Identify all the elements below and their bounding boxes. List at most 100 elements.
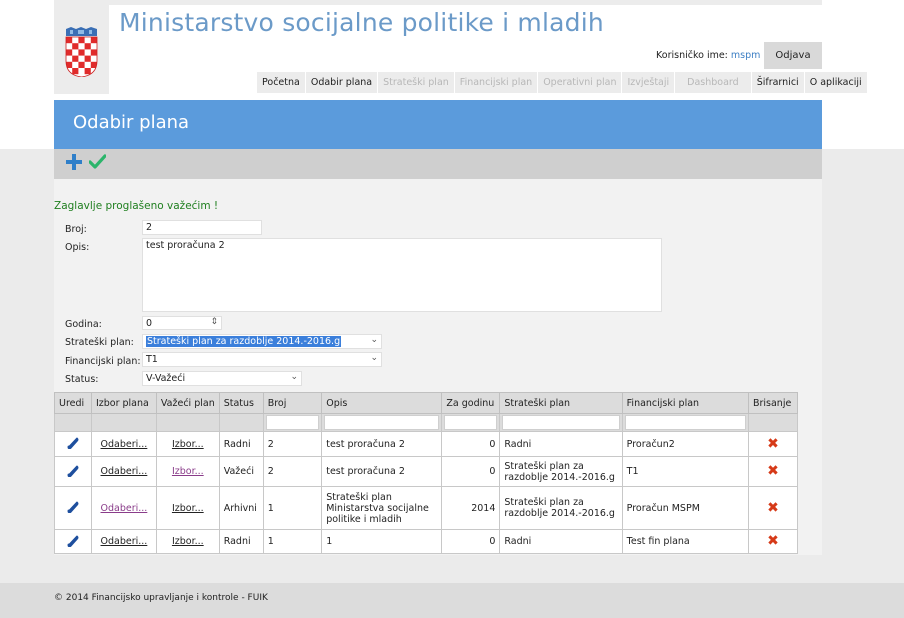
vazeci-cell: Izbor...	[155, 529, 220, 554]
nav-izvjestaji: Izvještaji	[621, 72, 675, 93]
filter-empty	[218, 413, 264, 432]
izbor-link[interactable]: Izbor...	[172, 466, 204, 477]
site-title: Ministarstvo socijalne politike i mladih	[119, 8, 604, 37]
pencil-icon[interactable]	[66, 500, 79, 513]
col-brisanje: Brisanje	[747, 392, 799, 414]
broj-cell: 1	[262, 486, 323, 530]
nav-strateski-plan: Strateški plan	[377, 72, 454, 93]
user-info: Korisničko ime: mspm	[656, 50, 760, 61]
opis-cell: 1	[321, 529, 443, 554]
main-nav: Početna Odabir plana Strateški plan Fina…	[256, 72, 867, 93]
chevron-down-icon: ⌄	[370, 353, 378, 363]
financijski-label: Financijski plan:	[65, 356, 141, 367]
financijski-cell: Test fin plana	[621, 529, 749, 554]
financijski-cell: T1	[621, 456, 749, 487]
nav-dashboard: Dashboard	[674, 72, 751, 93]
pencil-icon[interactable]	[66, 436, 79, 449]
filter-godina-input[interactable]	[444, 415, 498, 430]
odaberi-link[interactable]: Odaberi...	[101, 536, 148, 547]
vazeci-cell: Izbor...	[155, 456, 220, 487]
chevron-down-icon: ⌄	[290, 372, 298, 382]
page-title: Odabir plana	[73, 112, 190, 133]
filter-strateski-cell	[499, 413, 623, 432]
nav-financijski-plan: Financijski plan	[453, 72, 538, 93]
status-cell: Važeći	[218, 456, 264, 487]
godina-cell: 2014	[441, 486, 501, 530]
spinner-arrows-icon[interactable]: ⇕	[210, 317, 218, 327]
edit-cell	[54, 529, 92, 554]
delete-cell: ✖	[747, 486, 799, 530]
col-izbor-plana: Izbor plana	[90, 392, 157, 414]
opis-label: Opis:	[65, 242, 90, 253]
izbor-link[interactable]: Izbor...	[172, 503, 204, 514]
nav-odabir-plana[interactable]: Odabir plana	[304, 72, 378, 93]
delete-x-icon[interactable]: ✖	[767, 436, 779, 452]
footer-copyright: © 2014 Financijsko upravljanje i kontrol…	[54, 593, 268, 603]
odaberi-link[interactable]: Odaberi...	[101, 439, 148, 450]
izbor-cell: Odaberi...	[90, 486, 157, 530]
logout-button[interactable]: Odjava	[764, 42, 822, 69]
broj-input[interactable]: 2	[142, 220, 262, 235]
nav-sifrarnici[interactable]: Šifrarnici	[750, 72, 804, 93]
filter-broj-input[interactable]	[265, 415, 320, 430]
col-vazeci-plan: Važeći plan	[155, 392, 220, 414]
status-label: Status:	[65, 374, 99, 385]
opis-textarea[interactable]: test proračuna 2	[142, 238, 662, 312]
plans-table: Uredi Izbor plana Važeći plan Status Bro…	[54, 392, 799, 554]
izbor-link[interactable]: Izbor...	[172, 439, 204, 450]
nav-o-aplikaciji[interactable]: O aplikaciji	[803, 72, 867, 93]
filter-financijski-input[interactable]	[624, 415, 746, 430]
delete-cell: ✖	[747, 431, 799, 457]
godina-cell: 0	[441, 529, 501, 554]
username-label: Korisničko ime:	[656, 50, 728, 61]
col-opis: Opis	[321, 392, 443, 414]
chevron-down-icon: ⌄	[370, 335, 378, 345]
status-cell: Radni	[218, 529, 264, 554]
filter-empty	[747, 413, 799, 432]
odaberi-link[interactable]: Odaberi...	[101, 503, 148, 514]
filter-broj-cell	[262, 413, 323, 432]
odaberi-link[interactable]: Odaberi...	[101, 466, 148, 477]
success-message: Zaglavlje proglašeno važećim !	[54, 200, 219, 212]
col-uredi: Uredi	[54, 392, 92, 414]
nav-operativni-plan: Operativni plan	[537, 72, 622, 93]
pencil-icon[interactable]	[66, 464, 79, 477]
financijski-select[interactable]: T1 ⌄	[142, 352, 382, 367]
status-select[interactable]: V-Važeći ⌄	[142, 371, 302, 386]
col-status: Status	[218, 392, 264, 414]
table-header-row: Uredi Izbor plana Važeći plan Status Bro…	[54, 392, 799, 414]
filter-row	[54, 413, 799, 432]
filter-opis-input[interactable]	[324, 415, 440, 430]
strateski-label: Strateški plan:	[65, 337, 134, 348]
filter-empty	[54, 413, 92, 432]
pencil-icon[interactable]	[66, 534, 79, 547]
vazeci-cell: Izbor...	[155, 486, 220, 530]
footer: © 2014 Financijsko upravljanje i kontrol…	[0, 583, 904, 618]
username-link[interactable]: mspm	[731, 50, 761, 61]
delete-cell: ✖	[747, 529, 799, 554]
table-row: Odaberi... Izbor... Važeći 2 test prorač…	[54, 456, 799, 487]
godina-spinner[interactable]: 0 ⇕	[142, 316, 222, 330]
delete-x-icon[interactable]: ✖	[767, 463, 779, 479]
delete-cell: ✖	[747, 456, 799, 487]
opis-cell: test proračuna 2	[321, 431, 443, 457]
delete-x-icon[interactable]: ✖	[767, 500, 779, 516]
col-financijski-plan: Financijski plan	[621, 392, 749, 414]
strateski-cell: Radni	[499, 431, 623, 457]
strateski-select[interactable]: Strateški plan za razdoblje 2014.-2016.g…	[142, 334, 382, 349]
filter-strateski-input[interactable]	[502, 415, 620, 430]
financijski-cell: Proračun MSPM	[621, 486, 749, 530]
plus-icon[interactable]	[65, 153, 83, 171]
strateski-cell: Strateški plan za razdoblje 2014.-2016.g	[499, 456, 623, 487]
financijski-value: T1	[146, 354, 158, 365]
nav-pocetna[interactable]: Početna	[256, 72, 305, 93]
plan-form: Zaglavlje proglašeno važećim ! Broj: 2 O…	[54, 179, 822, 555]
check-icon[interactable]	[89, 154, 106, 169]
delete-x-icon[interactable]: ✖	[767, 533, 779, 549]
col-broj: Broj	[262, 392, 323, 414]
financijski-cell: Proračun2	[621, 431, 749, 457]
status-cell: Arhivni	[218, 486, 264, 530]
godina-cell: 0	[441, 456, 501, 487]
table-row: Odaberi... Izbor... Radni 1 1 0 Radni Te…	[54, 529, 799, 554]
izbor-link[interactable]: Izbor...	[172, 536, 204, 547]
